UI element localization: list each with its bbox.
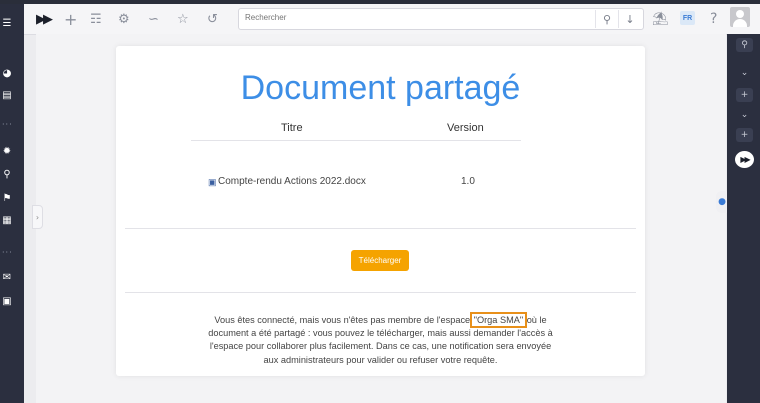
column-header-version: Version <box>447 122 484 134</box>
avatar-head-shape <box>736 10 744 18</box>
arrow-down-icon[interactable]: ↓ <box>618 10 641 28</box>
section-divider <box>125 228 636 229</box>
notice-text: aux administrateurs pour valider ou refu… <box>263 354 498 365</box>
left-sidebar: ☰ ◕ ▤ ··· ✹ ⚲ ⚑ ▦ ··· ✉ ▣ <box>0 4 24 403</box>
shared-document-card: Document partagé Titre Version ▣ Compte-… <box>116 46 645 376</box>
contact-card-icon[interactable]: ▣ <box>0 294 14 308</box>
file-document-icon: ▣ <box>208 177 217 187</box>
add-icon[interactable]: + <box>736 88 753 102</box>
add-icon[interactable]: + <box>736 128 753 142</box>
tree-structure-icon[interactable]: ☶ <box>90 10 102 28</box>
help-icon[interactable]: ? <box>710 10 717 28</box>
menu-icon[interactable]: ☰ <box>0 16 14 30</box>
file-version: 1.0 <box>461 176 475 187</box>
network-icon[interactable]: ✹ <box>0 144 14 158</box>
rss-feed-icon[interactable]: ∽ <box>148 10 159 28</box>
file-name-link[interactable]: Compte-rendu Actions 2022.docx <box>218 176 366 187</box>
space-name-highlight[interactable]: "Orga SMA" <box>469 312 528 328</box>
search-zoom-icon[interactable]: ⚲ <box>0 167 14 181</box>
calendar-icon[interactable]: ▦ <box>0 213 14 227</box>
separator-dots: ··· <box>2 120 13 129</box>
sidebar-expand-toggle[interactable]: › <box>32 205 43 229</box>
history-icon[interactable]: ↺ <box>207 10 218 28</box>
search-input[interactable] <box>245 13 585 22</box>
flag-icon[interactable]: ⚑ <box>0 191 14 205</box>
right-sidebar: ⚲ ⌄ + ⌄ + ▶▶ <box>727 34 760 403</box>
separator-dots: ··· <box>2 248 13 257</box>
add-icon[interactable]: + <box>64 10 77 29</box>
notice-text: document a été partagé : vous pouvez le … <box>208 328 553 339</box>
notice-text: où le <box>524 315 547 325</box>
notice-text: Vous êtes connecté, mais vous n'êtes pas… <box>214 315 473 325</box>
top-toolbar: ▶▶ + ☶ ⚙ ∽ ☆ ↺ ⚲ ↓ ⛱ FR ? <box>24 4 760 35</box>
language-selector[interactable]: FR <box>680 11 695 25</box>
chevron-down-icon[interactable]: ⌄ <box>736 66 753 80</box>
search-icon[interactable]: ⚲ <box>736 38 753 52</box>
notice-text: l'espace pour collaborer plus facilement… <box>209 341 552 352</box>
search-box: ⚲ ↓ <box>238 8 644 30</box>
fast-forward-logo-icon[interactable]: ▶▶ <box>36 10 53 28</box>
star-icon[interactable]: ☆ <box>177 10 189 28</box>
access-notice: Vous êtes connecté, mais vous n'êtes pas… <box>178 312 583 367</box>
fast-forward-logo-icon[interactable]: ▶▶ <box>735 151 754 168</box>
table-header-divider <box>191 140 521 141</box>
user-avatar[interactable] <box>730 7 750 27</box>
dashboard-icon[interactable]: ◕ <box>0 66 14 80</box>
column-header-title: Titre <box>281 122 303 134</box>
chevron-down-icon[interactable]: ⌄ <box>736 108 753 122</box>
chat-icon[interactable]: ✉ <box>0 270 14 284</box>
settings-gears-icon[interactable]: ⚙ <box>118 10 130 28</box>
basket-icon[interactable]: ⛱ <box>652 10 669 28</box>
page-title: Document partagé <box>240 69 521 107</box>
download-button[interactable]: Télécharger <box>351 250 409 271</box>
list-icon[interactable]: ▤ <box>0 88 14 102</box>
search-icon[interactable]: ⚲ <box>595 10 618 28</box>
avatar-body-shape <box>733 19 747 27</box>
section-divider <box>125 292 636 293</box>
